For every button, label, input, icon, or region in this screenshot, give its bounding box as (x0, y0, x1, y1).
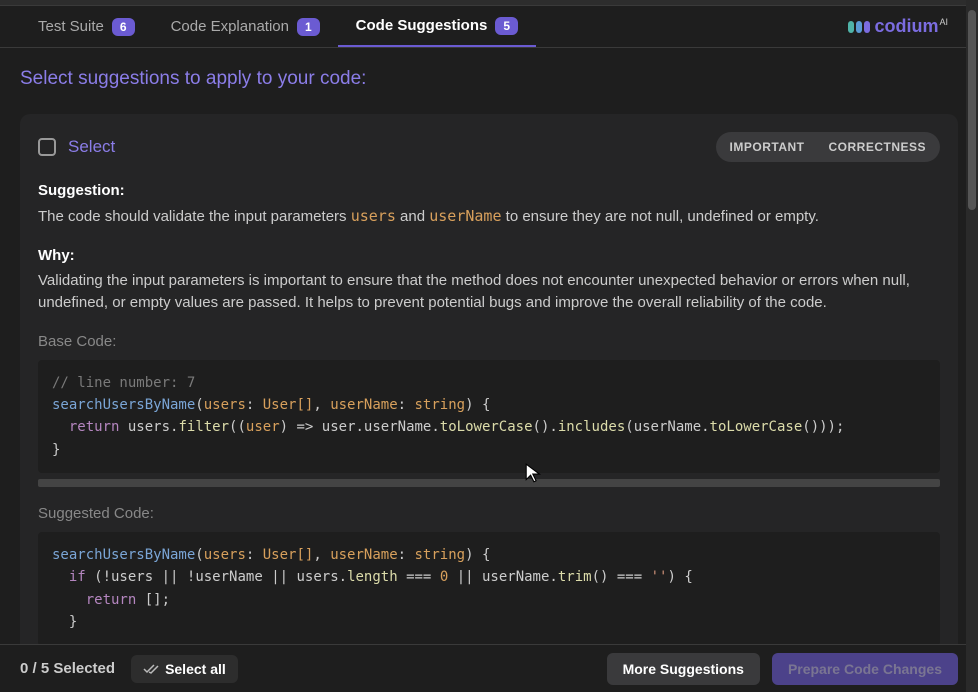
codium-logo: codiumAI (848, 16, 948, 37)
suggestion-label: Suggestion: (38, 182, 940, 199)
tab-badge: 1 (297, 18, 320, 36)
tags: IMPORTANT CORRECTNESS (716, 132, 940, 162)
tab-code-suggestions[interactable]: Code Suggestions 5 (338, 6, 536, 47)
card-header: Select IMPORTANT CORRECTNESS (38, 132, 940, 162)
why-text: Validating the input parameters is impor… (38, 270, 940, 315)
select-label[interactable]: Select (68, 137, 115, 157)
tab-code-explanation[interactable]: Code Explanation 1 (153, 6, 338, 47)
logo-text: codiumAI (874, 16, 948, 37)
tag-important: IMPORTANT (718, 134, 817, 160)
select-checkbox[interactable] (38, 138, 56, 156)
vertical-scrollbar[interactable] (966, 0, 978, 692)
selected-count: 0 / 5 Selected (20, 660, 115, 677)
tab-badge: 6 (112, 18, 135, 36)
tab-label: Code Explanation (171, 18, 289, 35)
tag-correctness: CORRECTNESS (816, 134, 938, 160)
tab-label: Test Suite (38, 18, 104, 35)
logo-icon (848, 21, 870, 33)
tab-badge: 5 (495, 17, 518, 35)
base-code-block: // line number: 7 searchUsersByName(user… (38, 360, 940, 474)
tab-test-suite[interactable]: Test Suite 6 (20, 6, 153, 47)
why-label: Why: (38, 247, 940, 264)
content-area: Select suggestions to apply to your code… (0, 48, 978, 644)
check-all-icon (143, 661, 159, 677)
tabs-bar: Test Suite 6 Code Explanation 1 Code Sug… (0, 6, 978, 48)
page-heading: Select suggestions to apply to your code… (20, 68, 958, 90)
suggested-code-label: Suggested Code: (38, 505, 940, 522)
suggested-code-block: searchUsersByName(users: User[], userNam… (38, 532, 940, 644)
select-all-label: Select all (165, 661, 226, 677)
suggestion-card: Select IMPORTANT CORRECTNESS Suggestion:… (20, 114, 958, 644)
scrollbar-thumb[interactable] (968, 10, 976, 210)
base-code-label: Base Code: (38, 333, 940, 350)
tab-label: Code Suggestions (356, 17, 488, 34)
prepare-changes-button[interactable]: Prepare Code Changes (772, 653, 958, 685)
suggestion-text: The code should validate the input param… (38, 205, 940, 229)
more-suggestions-button[interactable]: More Suggestions (607, 653, 760, 685)
select-all-button[interactable]: Select all (131, 655, 238, 683)
code-scrollbar[interactable] (38, 479, 940, 487)
footer-bar: 0 / 5 Selected Select all More Suggestio… (0, 644, 978, 692)
select-group: Select (38, 137, 115, 157)
